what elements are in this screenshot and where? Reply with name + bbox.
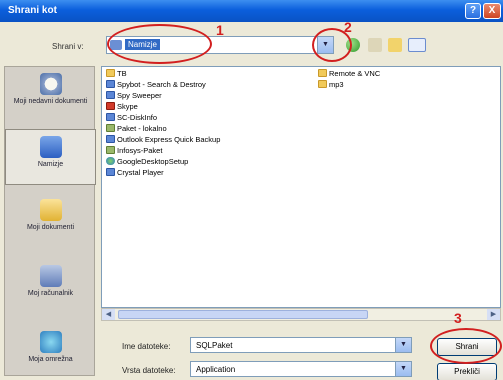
list-item[interactable]: Crystal Player <box>106 168 164 178</box>
close-button[interactable]: X <box>483 3 501 19</box>
my-computer-icon <box>39 265 62 287</box>
list-item[interactable]: mp3 <box>318 80 344 90</box>
view-menu-icon[interactable] <box>408 38 426 52</box>
window-title: Shrani kot <box>8 5 57 16</box>
places-bar: Moji nedavni dokumenti Namizje Moji doku… <box>4 66 96 376</box>
place-network[interactable]: Moja omrežna <box>5 331 96 363</box>
recent-documents-icon <box>39 73 62 95</box>
scroll-left-icon[interactable]: ◀ <box>102 309 115 320</box>
list-item[interactable]: Remote & VNC <box>318 69 380 79</box>
globe-icon <box>106 157 115 165</box>
save-in-label: Shrani v: <box>52 42 84 51</box>
filename-field[interactable]: SQLPaket ▼ <box>190 337 412 353</box>
file-list[interactable]: TB Spybot - Search & Destroy Spy Sweeper… <box>101 66 501 308</box>
up-folder-icon[interactable] <box>368 38 382 52</box>
list-item[interactable]: GoogleDesktopSetup <box>106 157 188 167</box>
app-icon <box>106 113 115 121</box>
place-label: Moji dokumenti <box>26 224 75 231</box>
list-item[interactable]: SC-DiskInfo <box>106 113 157 123</box>
filetype-value: Application <box>196 365 236 374</box>
chevron-down-icon[interactable]: ▼ <box>395 338 411 352</box>
help-button[interactable]: ? <box>465 3 481 19</box>
folder-icon <box>318 80 327 88</box>
place-label: Moj računalnik <box>27 290 74 297</box>
title-bar: Shrani kot ? X <box>0 0 503 22</box>
place-my-documents[interactable]: Moji dokumenti <box>5 199 96 231</box>
shortcut-icon <box>106 124 115 132</box>
place-label: Moji nedavni dokumenti <box>13 98 88 105</box>
place-label: Namizje <box>37 161 64 168</box>
folder-icon <box>318 69 327 77</box>
list-item[interactable]: Paket - lokalno <box>106 124 167 134</box>
annotation-ellipse-3 <box>430 328 502 364</box>
annotation-ellipse-1 <box>107 24 212 64</box>
filename-label: Ime datoteke: <box>122 342 171 351</box>
app-icon <box>106 80 115 88</box>
nav-toolbar <box>346 36 446 54</box>
desktop-place-icon <box>39 136 62 158</box>
scroll-thumb[interactable] <box>118 310 368 319</box>
annotation-number-2: 2 <box>344 19 352 35</box>
folder-icon <box>106 69 115 77</box>
place-my-computer[interactable]: Moj računalnik <box>5 265 96 297</box>
list-item[interactable]: Spybot - Search & Destroy <box>106 80 206 90</box>
list-item[interactable]: TB <box>106 69 127 79</box>
skype-icon <box>106 102 115 110</box>
place-recent[interactable]: Moji nedavni dokumenti <box>5 73 96 105</box>
list-item[interactable]: Infosys-Paket <box>106 146 162 156</box>
scroll-right-icon[interactable]: ▶ <box>487 309 500 320</box>
network-places-icon <box>39 331 62 353</box>
shortcut-icon <box>106 146 115 154</box>
filetype-label: Vrsta datoteke: <box>122 366 176 375</box>
chevron-down-icon[interactable]: ▼ <box>395 362 411 376</box>
horizontal-scrollbar[interactable]: ◀ ▶ <box>101 308 501 321</box>
new-folder-icon[interactable] <box>388 38 402 52</box>
app-icon <box>106 91 115 99</box>
place-desktop[interactable]: Namizje <box>5 129 96 185</box>
list-item[interactable]: Skype <box>106 102 138 112</box>
list-item[interactable]: Outlook Express Quick Backup <box>106 135 220 145</box>
annotation-number-1: 1 <box>216 22 224 38</box>
save-dialog: Shrani v: Namizje ▼ Moji nedavni dokumen… <box>0 19 503 380</box>
app-icon <box>106 135 115 143</box>
place-label: Moja omrežna <box>28 356 73 363</box>
filename-value: SQLPaket <box>196 341 233 350</box>
list-item[interactable]: Spy Sweeper <box>106 91 162 101</box>
filetype-select[interactable]: Application ▼ <box>190 361 412 377</box>
annotation-number-3: 3 <box>454 310 462 326</box>
my-documents-icon <box>39 199 62 221</box>
cancel-button[interactable]: Prekliči <box>437 363 497 380</box>
app-icon <box>106 168 115 176</box>
